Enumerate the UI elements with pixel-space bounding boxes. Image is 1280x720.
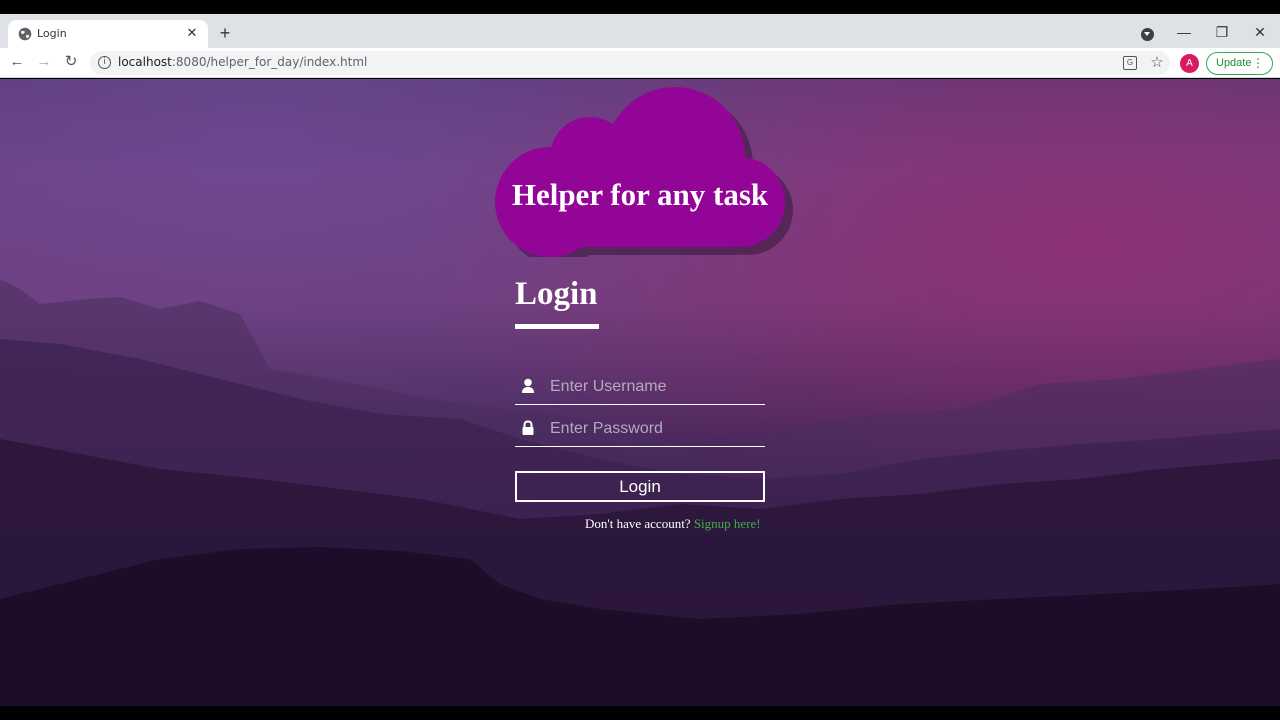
close-window-button[interactable]: ✕ — [1252, 24, 1268, 40]
signup-line: Don't have account? Signup here! — [585, 516, 761, 532]
back-arrow-icon[interactable]: ← — [8, 53, 26, 71]
cloud-logo — [495, 87, 793, 257]
login-button[interactable]: Login — [515, 471, 765, 502]
maximize-button[interactable]: ❐ — [1214, 24, 1230, 40]
translate-icon[interactable]: G — [1123, 56, 1137, 70]
letterbox-top — [0, 0, 1280, 14]
user-icon — [522, 378, 534, 393]
update-button[interactable]: Update ⋮ — [1206, 52, 1273, 75]
info-icon[interactable]: i — [98, 56, 111, 69]
tab-close-icon[interactable]: ✕ — [184, 25, 200, 41]
brand-title: Helper for any task — [511, 177, 769, 212]
minimize-button[interactable]: — — [1176, 24, 1192, 40]
reload-icon[interactable]: ↻ — [62, 53, 80, 71]
globe-icon — [18, 27, 32, 41]
signup-prompt: Don't have account? — [585, 516, 694, 531]
login-heading: Login — [515, 276, 598, 312]
letterbox-bottom — [0, 706, 1280, 720]
tab-title: Login — [37, 27, 67, 40]
profile-avatar[interactable]: A — [1180, 54, 1199, 73]
password-field — [515, 413, 765, 447]
browser-toolbar: ← → ↻ i localhost:8080/helper_for_day/in… — [0, 48, 1280, 78]
password-input[interactable] — [550, 417, 760, 441]
browser-tab[interactable]: Login ✕ — [8, 20, 208, 48]
lock-icon — [522, 420, 534, 435]
update-label: Update — [1216, 57, 1252, 69]
username-field — [515, 371, 765, 405]
tab-strip: Login ✕ + — ❐ ✕ — [0, 14, 1280, 48]
signup-link[interactable]: Signup here! — [694, 516, 761, 531]
menu-dots-icon[interactable]: ⋮ — [1252, 53, 1264, 74]
heading-underline — [515, 324, 599, 329]
url-text[interactable]: localhost:8080/helper_for_day/index.html — [118, 55, 367, 69]
page-background: Helper for any task Login Login Don't ha… — [0, 79, 1280, 706]
tab-search-icon[interactable] — [1141, 28, 1154, 41]
username-input[interactable] — [550, 375, 760, 399]
new-tab-button[interactable]: + — [216, 24, 234, 42]
address-bar[interactable]: i localhost:8080/helper_for_day/index.ht… — [90, 51, 1170, 75]
forward-arrow-icon[interactable]: → — [35, 53, 53, 71]
bookmark-star-icon[interactable]: ☆ — [1148, 54, 1166, 72]
